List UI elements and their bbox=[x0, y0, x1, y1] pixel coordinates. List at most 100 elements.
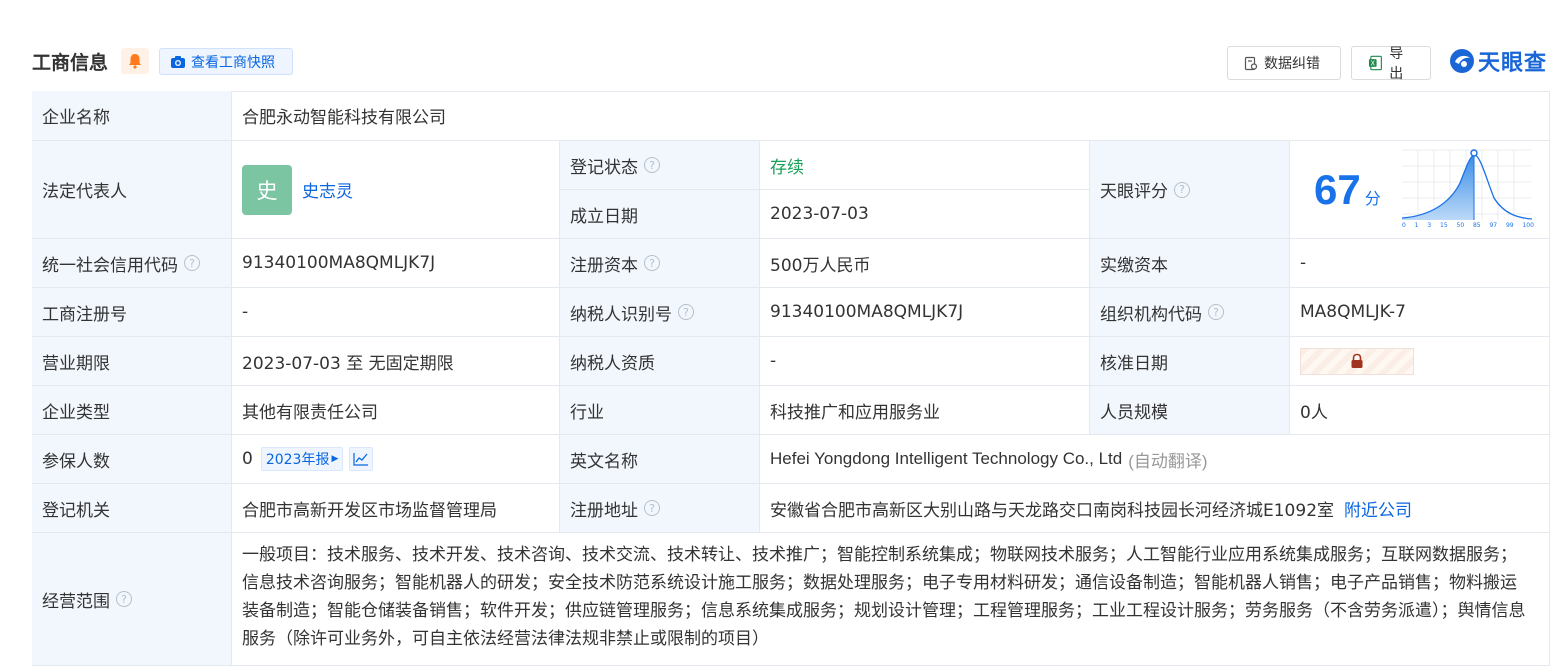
help-icon[interactable]: ? bbox=[116, 591, 132, 607]
help-icon[interactable]: ? bbox=[644, 500, 660, 516]
axis-tick: 50 bbox=[1456, 222, 1465, 229]
annual-report-button[interactable]: 2023年报 ▶ bbox=[260, 447, 344, 471]
label-taxpayer-id: 纳税人识别号? bbox=[560, 288, 760, 337]
data-fix-button[interactable]: 数据纠错 bbox=[1227, 46, 1341, 80]
axis-tick: 85 bbox=[1472, 222, 1481, 229]
help-icon[interactable]: ? bbox=[644, 157, 660, 173]
taxpayer-id-value: 91340100MA8QMLJK7J bbox=[760, 288, 1090, 337]
trend-icon bbox=[353, 453, 369, 466]
approve-date-cell bbox=[1290, 337, 1550, 386]
label-company-name: 企业名称 bbox=[32, 91, 232, 141]
scope-label: 经营范围 bbox=[42, 591, 110, 612]
reg-no-value: - bbox=[232, 288, 560, 337]
authority-value: 合肥市高新开发区市场监督管理局 bbox=[232, 484, 560, 533]
label-paid-capital: 实缴资本 bbox=[1090, 239, 1290, 288]
caret-right-icon: ▶ bbox=[331, 454, 339, 464]
score-unit: 分 bbox=[1364, 188, 1381, 208]
edit-doc-icon bbox=[1244, 56, 1258, 70]
reg-capital-value: 500万人民币 bbox=[760, 239, 1090, 288]
axis-tick: 99 bbox=[1505, 222, 1514, 229]
label-org-code: 组织机构代码? bbox=[1090, 288, 1290, 337]
org-code-label: 组织机构代码 bbox=[1100, 304, 1202, 325]
tianyancha-logo: 天眼查 bbox=[1449, 45, 1547, 77]
logo-text: 天眼查 bbox=[1478, 51, 1548, 76]
staff-value: 0人 bbox=[1290, 386, 1550, 435]
section-header: 工商信息 查看工商快照 数据纠错 X 导出 天眼查 bbox=[0, 0, 1552, 92]
label-reg-no: 工商注册号 bbox=[32, 288, 232, 337]
label-reg-status: 登记状态? bbox=[560, 141, 760, 190]
term-value: 2023-07-03 至 无固定期限 bbox=[232, 337, 560, 386]
label-approve-date: 核准日期 bbox=[1090, 337, 1290, 386]
label-founded: 成立日期 bbox=[560, 190, 760, 239]
label-address: 注册地址? bbox=[560, 484, 760, 533]
snapshot-button-label: 查看工商快照 bbox=[191, 54, 275, 71]
label-reg-capital: 注册资本? bbox=[560, 239, 760, 288]
nearby-companies-link[interactable]: 附近公司 bbox=[1344, 496, 1412, 521]
help-icon[interactable]: ? bbox=[1174, 181, 1190, 198]
axis-tick: 97 bbox=[1489, 222, 1498, 229]
section-title: 工商信息 bbox=[32, 52, 109, 74]
insured-value: 0 bbox=[242, 449, 253, 469]
address-value: 安徽省合肥市高新区大别山路与天龙路交口南岗科技园长河经济城E1092室 bbox=[770, 500, 1335, 521]
snapshot-button[interactable]: 查看工商快照 bbox=[159, 48, 293, 75]
logo-mark-icon bbox=[1450, 49, 1474, 73]
svg-text:X: X bbox=[1370, 59, 1375, 67]
org-code-value: MA8QMLJK-7 bbox=[1290, 288, 1550, 337]
label-type: 企业类型 bbox=[32, 386, 232, 435]
help-icon[interactable]: ? bbox=[678, 304, 694, 320]
address-label: 注册地址 bbox=[570, 500, 638, 521]
label-english-name: 英文名称 bbox=[560, 435, 760, 484]
label-insured: 参保人数 bbox=[32, 435, 232, 484]
excel-icon: X bbox=[1368, 55, 1382, 71]
help-icon[interactable]: ? bbox=[184, 255, 200, 271]
axis-tick: 1 bbox=[1414, 222, 1419, 229]
axis-tick: 0 bbox=[1402, 222, 1406, 229]
export-button[interactable]: X 导出 bbox=[1351, 46, 1431, 82]
help-icon[interactable]: ? bbox=[1208, 304, 1224, 320]
score-distribution-chart bbox=[1401, 149, 1533, 220]
label-term: 营业期限 bbox=[32, 337, 232, 386]
label-authority: 登记机关 bbox=[32, 484, 232, 533]
founded-value: 2023-07-03 bbox=[760, 190, 1090, 239]
help-icon[interactable]: ? bbox=[644, 255, 660, 271]
company-name: 合肥永动智能科技有限公司 bbox=[232, 91, 1550, 141]
trend-chart-button[interactable] bbox=[349, 447, 374, 471]
label-industry: 行业 bbox=[560, 386, 760, 435]
axis-tick: 100 bbox=[1522, 222, 1534, 229]
paid-capital-value: - bbox=[1290, 239, 1550, 288]
score-cell[interactable]: 67 分 0 1 3 15 50 85 97 99 100 bbox=[1290, 141, 1550, 239]
legal-rep-link[interactable]: 史志灵 bbox=[302, 177, 353, 202]
score-label: 天眼评分 bbox=[1100, 182, 1168, 202]
label-taxpayer-qual: 纳税人资质 bbox=[560, 337, 760, 386]
bell-icon[interactable] bbox=[121, 48, 149, 74]
taxpayer-qual-value: - bbox=[760, 337, 1090, 386]
data-fix-label: 数据纠错 bbox=[1264, 56, 1320, 72]
score-value: 67 bbox=[1314, 165, 1361, 213]
locked-value[interactable] bbox=[1300, 347, 1414, 375]
annual-report-label: 2023年报 bbox=[265, 452, 330, 468]
auto-translate-note: (自动翻译) bbox=[1128, 451, 1208, 471]
address-cell: 安徽省合肥市高新区大别山路与天龙路交口南岗科技园长河经济城E1092室 附近公司 bbox=[760, 484, 1550, 533]
insured-cell: 0 2023年报 ▶ bbox=[232, 435, 560, 484]
label-credit-code: 统一社会信用代码? bbox=[32, 239, 232, 288]
english-name-value: Hefei Yongdong Intelligent Technology Co… bbox=[770, 449, 1123, 468]
taxpayer-id-label: 纳税人识别号 bbox=[570, 304, 672, 325]
label-staff: 人员规模 bbox=[1090, 386, 1290, 435]
reg-capital-label: 注册资本 bbox=[570, 255, 638, 276]
label-legal-rep: 法定代表人 bbox=[32, 141, 232, 239]
camera-icon bbox=[171, 55, 185, 68]
axis-tick: 3 bbox=[1427, 222, 1432, 229]
credit-code-label: 统一社会信用代码 bbox=[42, 255, 178, 276]
legal-rep-cell: 史 史志灵 bbox=[232, 141, 560, 239]
axis-tick: 15 bbox=[1440, 222, 1448, 229]
industry-value: 科技推广和应用服务业 bbox=[760, 386, 1090, 435]
scope-value: 一般项目：技术服务、技术开发、技术咨询、技术交流、技术转让、技术推广；智能控制系… bbox=[232, 533, 1550, 666]
label-score: 天眼评分? bbox=[1090, 141, 1290, 239]
label-scope: 经营范围? bbox=[32, 533, 232, 666]
type-value: 其他有限责任公司 bbox=[232, 386, 560, 435]
reg-status-value: 存续 bbox=[760, 141, 1090, 190]
export-label: 导出 bbox=[1389, 46, 1404, 82]
lock-icon bbox=[1351, 353, 1363, 368]
avatar[interactable]: 史 bbox=[242, 164, 292, 215]
score-axis: 0 1 3 15 50 85 97 99 100 bbox=[1402, 222, 1534, 229]
